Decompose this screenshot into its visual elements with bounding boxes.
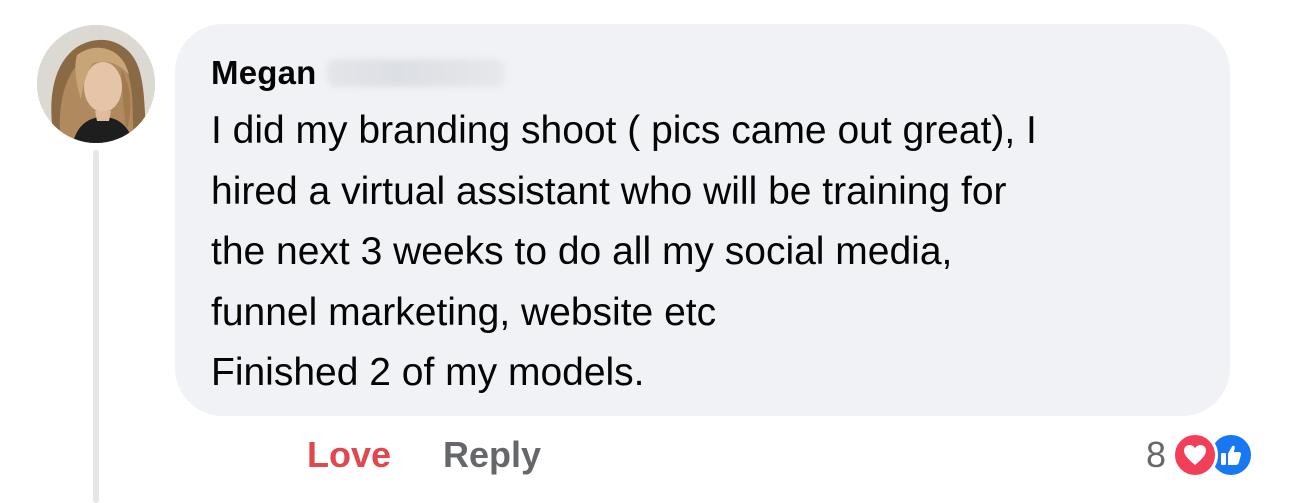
author-name[interactable]: Megan [211,54,317,92]
comment-text-line: funnel marketing, website etc [211,290,717,334]
avatar[interactable] [37,25,155,143]
comment-text-line: hired a virtual assistant who will be tr… [211,169,1007,213]
reaction-count: 8 [1145,434,1166,475]
profile-photo-icon [37,25,155,143]
heart-icon [1172,432,1218,478]
comment-text-line: I did my branding shoot ( pics came out … [211,109,1037,152]
comment-author[interactable]: Megan [211,53,505,93]
comment-text: I did my branding shoot ( pics came out … [211,101,1211,404]
thread-connector-line [93,150,99,503]
comment-actions: Love Reply [307,432,541,478]
reactions-summary[interactable]: 8 [1146,430,1254,480]
love-reaction-button[interactable]: Love [307,434,391,476]
reply-button[interactable]: Reply [443,434,541,476]
comment-text-line: Finished 2 of my models. [211,351,645,394]
comment-text-line: the next 3 weeks to do all my social med… [211,230,953,273]
comment-thread: Megan I did my branding shoot ( pics cam… [0,0,1290,503]
author-surname-redacted [326,59,505,87]
